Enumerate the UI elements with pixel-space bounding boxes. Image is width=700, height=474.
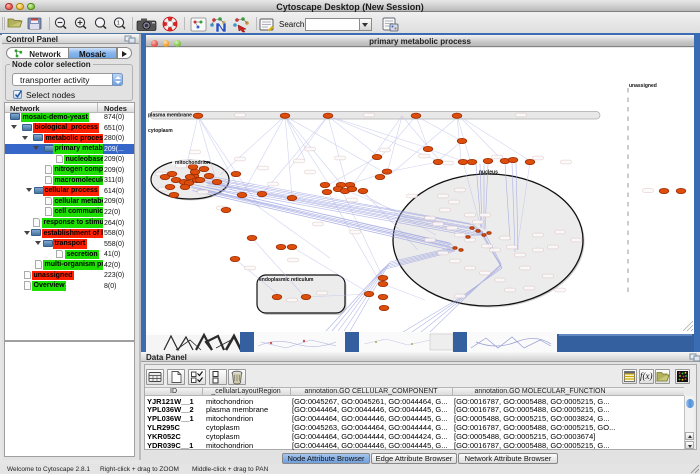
svg-text:endoplasmic reticulum: endoplasmic reticulum [259,277,314,283]
svg-text:1: 1 [117,21,120,27]
svg-text:mitochondrion: mitochondrion [175,160,210,166]
svg-text:unassigned: unassigned [629,83,657,89]
svg-text:cytoplasm: cytoplasm [148,128,173,134]
svg-text:plasma membrane: plasma membrane [148,113,192,119]
svg-text:nucleus: nucleus [479,170,498,176]
